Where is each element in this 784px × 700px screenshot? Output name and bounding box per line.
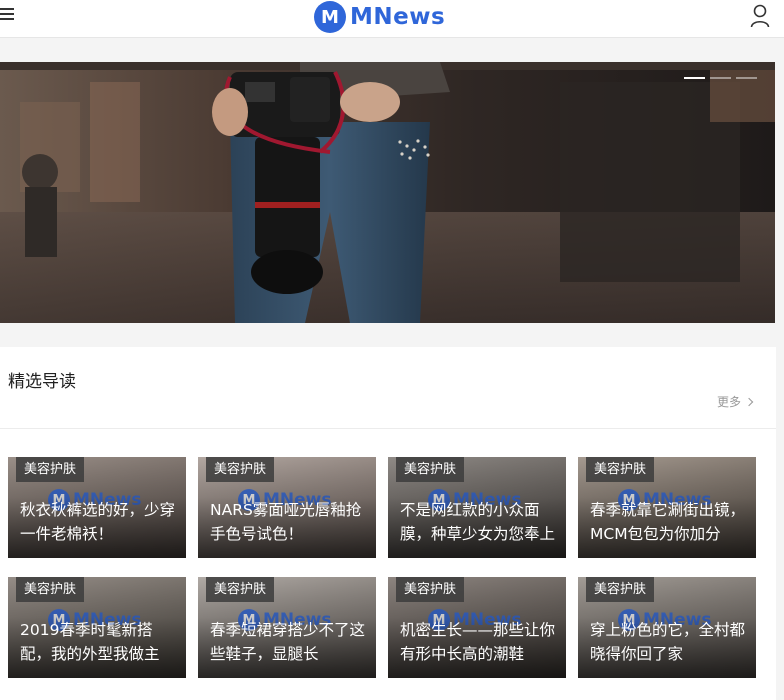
category-tag[interactable]: 美容护肤 bbox=[206, 457, 275, 482]
article-title[interactable]: NARS雾面哑光唇釉抢手色号试色！ bbox=[210, 498, 366, 546]
carousel-indicators bbox=[684, 77, 757, 79]
category-tag[interactable]: 美容护肤 bbox=[206, 577, 275, 602]
article-title[interactable]: 穿上粉色的它，全村都晓得你回了家 bbox=[590, 618, 746, 666]
article-card[interactable]: MMNews美容护肤NARS雾面哑光唇釉抢手色号试色！ bbox=[198, 457, 376, 558]
article-card[interactable]: MMNews美容护肤春季短裙穿搭少不了这些鞋子，显腿长 bbox=[198, 577, 376, 678]
article-card[interactable]: MMNews美容护肤2019春季时髦新搭配，我的外型我做主 bbox=[8, 577, 186, 678]
article-card[interactable]: MMNews美容护肤不是网红款的小众面膜，种草少女为您奉上 bbox=[388, 457, 566, 558]
site-logo[interactable]: M MNews bbox=[314, 0, 445, 34]
category-tag[interactable]: 美容护肤 bbox=[586, 457, 655, 482]
article-title[interactable]: 秋衣秋裤选的好，少穿一件老棉袄！ bbox=[20, 498, 176, 546]
top-header: M MNews bbox=[0, 0, 784, 38]
article-title[interactable]: 春季短裙穿搭少不了这些鞋子，显腿长 bbox=[210, 618, 366, 666]
section-title: 精选导读 bbox=[8, 372, 76, 392]
category-tag[interactable]: 美容护肤 bbox=[396, 577, 465, 602]
article-title[interactable]: 不是网红款的小众面膜，种草少女为您奉上 bbox=[400, 498, 556, 546]
category-tag[interactable]: 美容护肤 bbox=[16, 457, 85, 482]
banner-photo bbox=[0, 62, 775, 323]
article-title[interactable]: 2019春季时髦新搭配，我的外型我做主 bbox=[20, 618, 176, 666]
article-card[interactable]: MMNews美容护肤机密生长——那些让你有形中长高的潮鞋 bbox=[388, 577, 566, 678]
carousel-dot[interactable] bbox=[710, 77, 731, 79]
more-label: 更多 bbox=[717, 395, 742, 409]
article-title[interactable]: 春季就靠它涮街出镜，MCM包包为你加分 bbox=[590, 498, 746, 546]
category-tag[interactable]: 美容护肤 bbox=[396, 457, 465, 482]
category-tag[interactable]: 美容护肤 bbox=[16, 577, 85, 602]
article-card[interactable]: MMNews美容护肤春季就靠它涮街出镜，MCM包包为你加分 bbox=[578, 457, 756, 558]
article-card[interactable]: MMNews美容护肤秋衣秋裤选的好，少穿一件老棉袄！ bbox=[8, 457, 186, 558]
section-divider bbox=[0, 428, 776, 429]
user-icon[interactable] bbox=[750, 4, 770, 28]
article-title[interactable]: 机密生长——那些让你有形中长高的潮鞋 bbox=[400, 618, 556, 666]
carousel-dot[interactable] bbox=[736, 77, 757, 79]
carousel-dot[interactable] bbox=[684, 77, 705, 79]
logo-text: MNews bbox=[350, 4, 446, 30]
logo-badge: M bbox=[314, 1, 346, 33]
chevron-right-icon bbox=[744, 397, 754, 406]
more-link[interactable]: 更多 bbox=[717, 393, 754, 410]
article-card[interactable]: MMNews美容护肤穿上粉色的它，全村都晓得你回了家 bbox=[578, 577, 756, 678]
hamburger-menu-icon[interactable] bbox=[0, 6, 16, 26]
category-tag[interactable]: 美容护肤 bbox=[586, 577, 655, 602]
hero-banner-carousel[interactable] bbox=[0, 62, 775, 323]
